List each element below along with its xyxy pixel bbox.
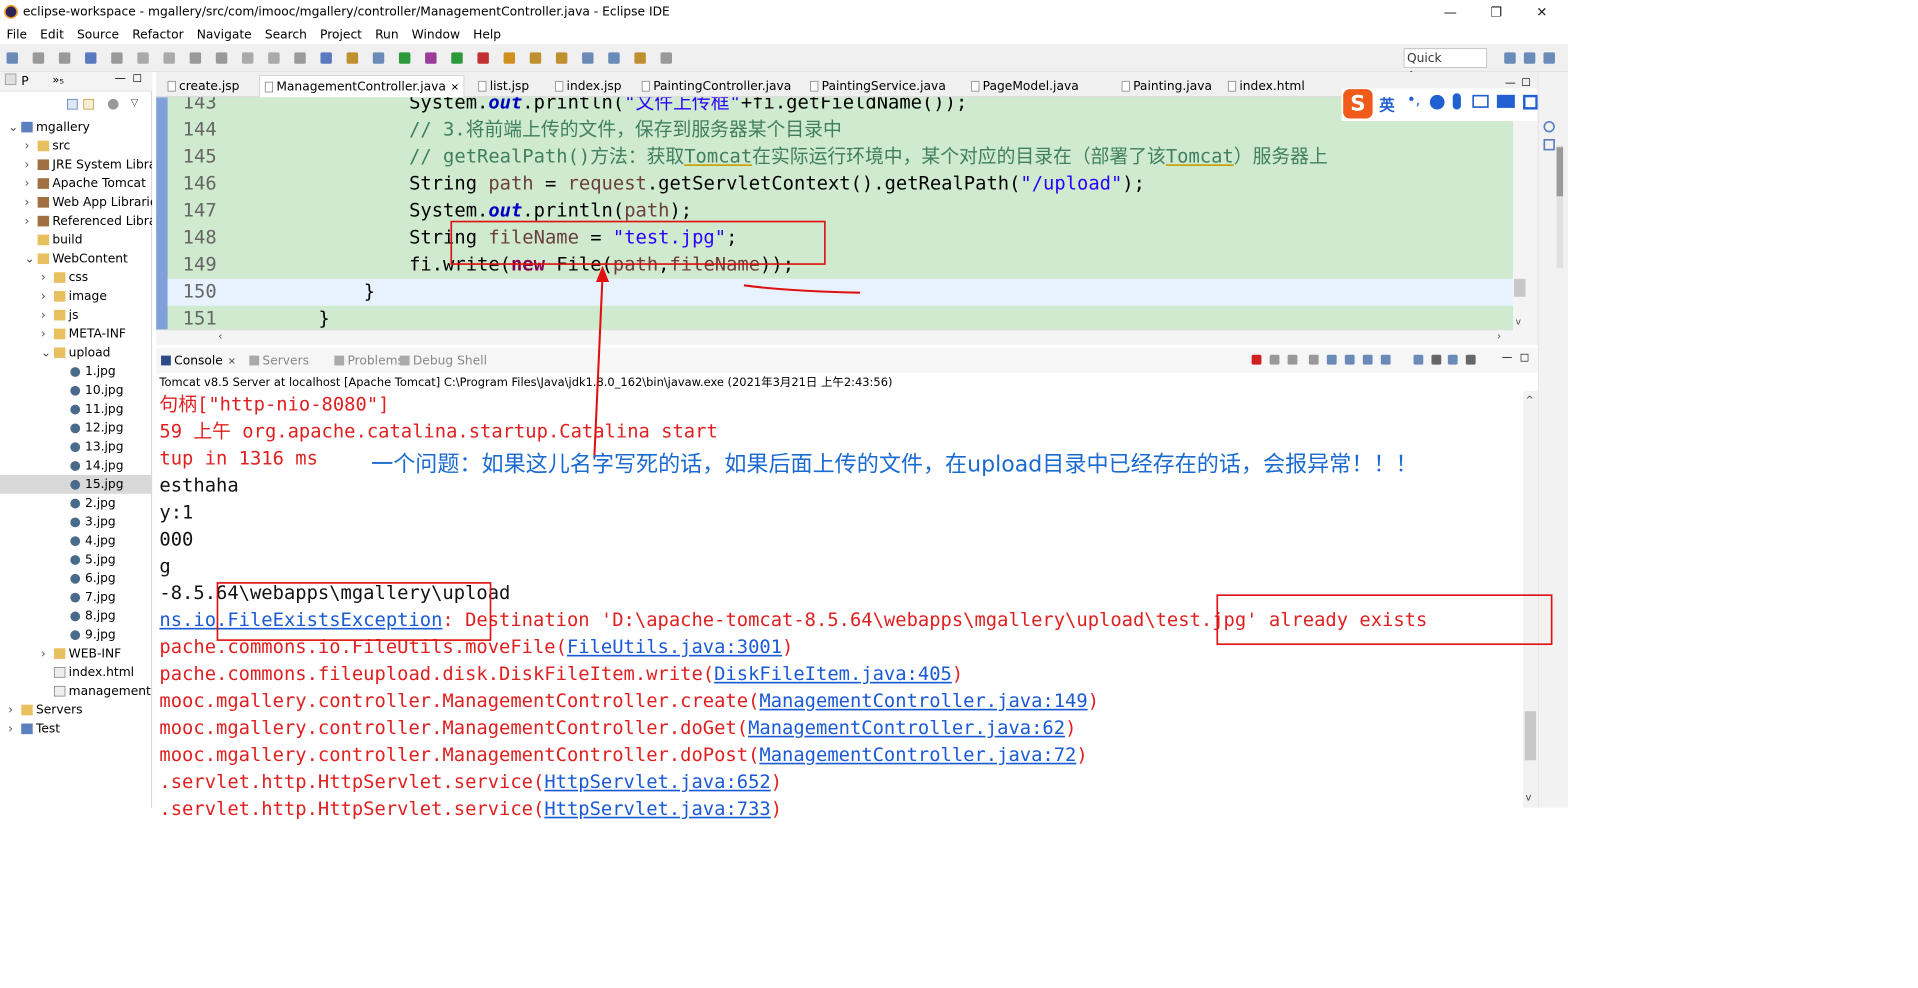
annotation-underline — [743, 284, 861, 294]
annotation-arrow-line — [593, 276, 604, 458]
annotation-arrow-overlay — [593, 265, 861, 458]
annotation-arrow-head — [595, 265, 610, 283]
annotation-note: 一个问题：如果这儿名字写死的话，如果后面上传的文件，在upload目录中已经存在… — [371, 452, 1418, 478]
